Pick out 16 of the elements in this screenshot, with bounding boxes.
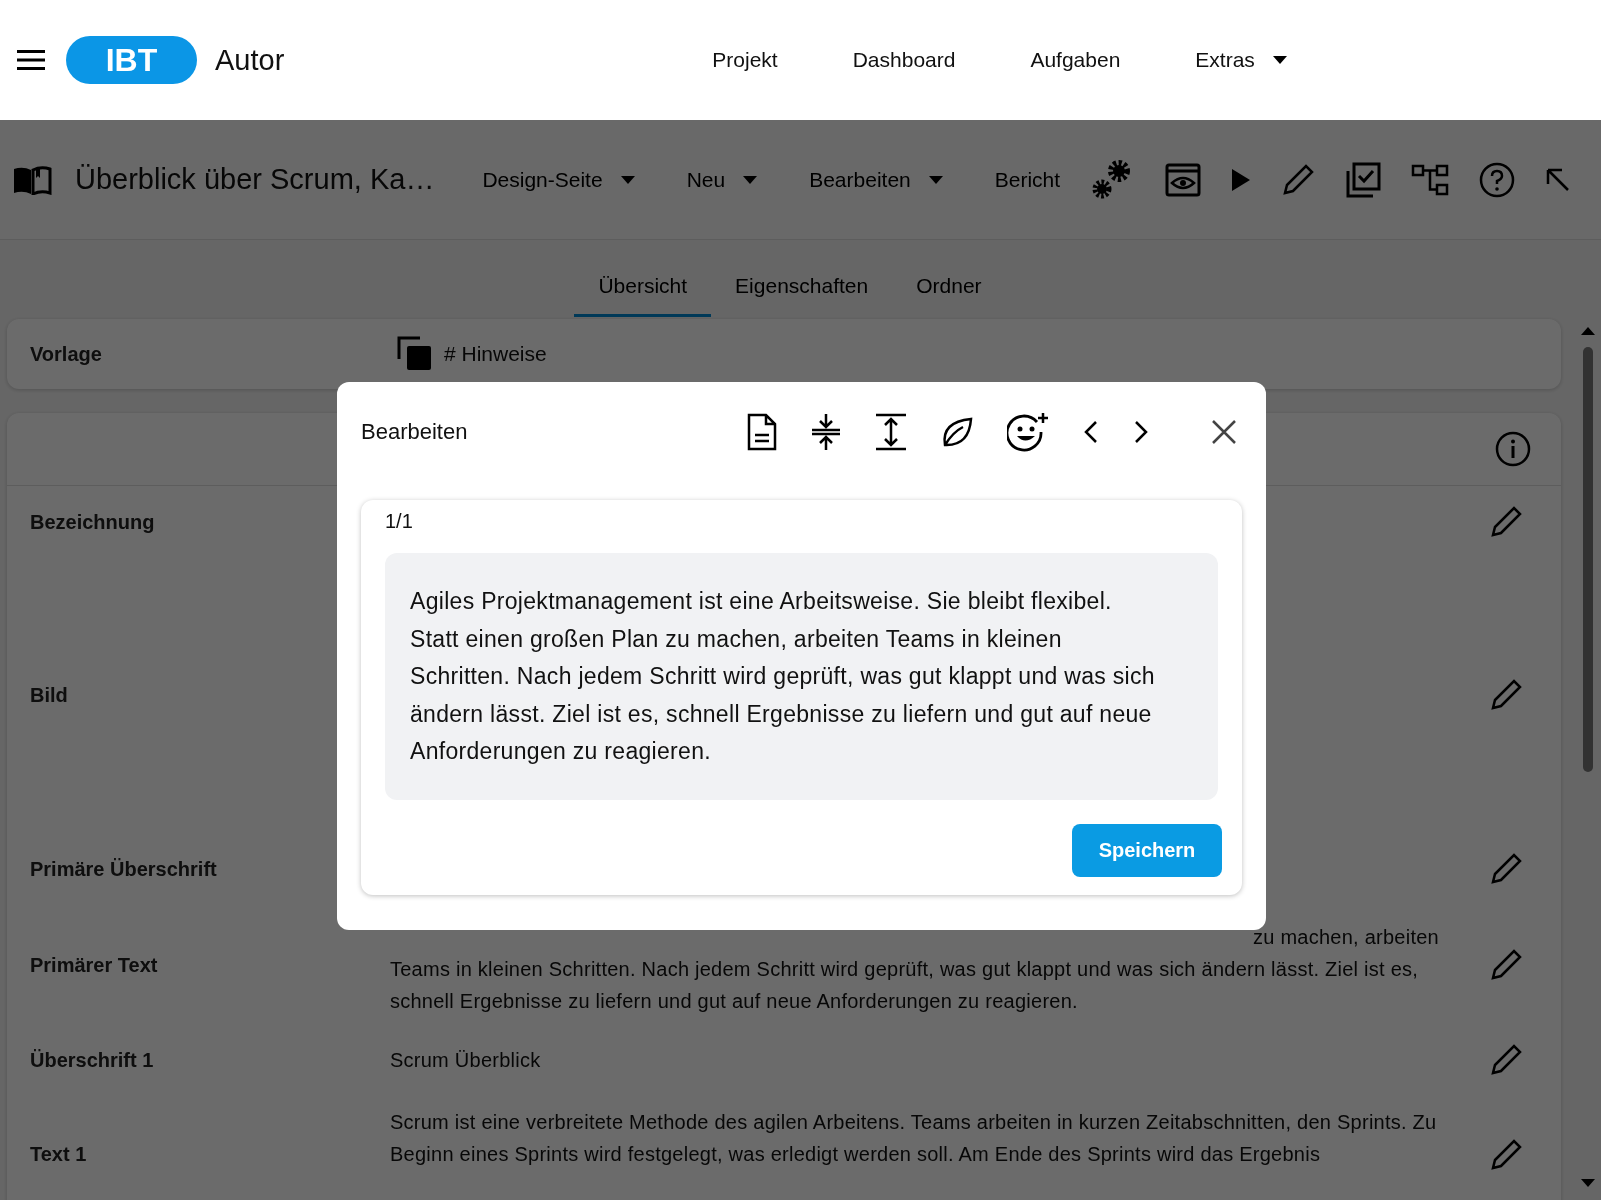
field-label: Text 1 — [30, 1143, 88, 1166]
field-label: Primärer Text — [30, 953, 159, 977]
field-label: Überschrift 1 — [30, 1048, 155, 1072]
page-counter: 1/1 — [385, 510, 414, 533]
app-title: Autor — [215, 43, 285, 77]
dialog-title: Bearbeiten — [361, 419, 469, 445]
field-value: Scrum Überblick — [390, 1048, 542, 1073]
field-value: Scrum ist eine verbreitete Methode des agilen Arbeitens. Teams arbeiten in kurzen Zeitabschnitten, den Sprints. Zu Beginn eines Sprints wird festgelegt, was erledigt werden soll. Am Ende des Sprints wird das Ergebnis — [390, 1110, 1438, 1167]
field-label: Bezeichnung — [30, 510, 156, 534]
field-label: Bild — [30, 683, 69, 707]
document-title: Überblick über Scrum, Ka… — [75, 163, 435, 196]
field-value: Teams in kleinen Schritten. Nach jedem Schritt wird geprüft, was gut klappt und was sich ändern lässt. Ziel ist es, schnell Ergebnisse zu liefern und gut auf neue Anforderungen zu reagieren. — [390, 957, 1420, 1014]
field-label: Vorlage — [30, 342, 103, 366]
template-value: # Hinweise — [444, 342, 547, 366]
field-label: Primäre Überschrift — [30, 857, 218, 881]
field-value: zu machen, arbeiten — [1252, 925, 1440, 950]
